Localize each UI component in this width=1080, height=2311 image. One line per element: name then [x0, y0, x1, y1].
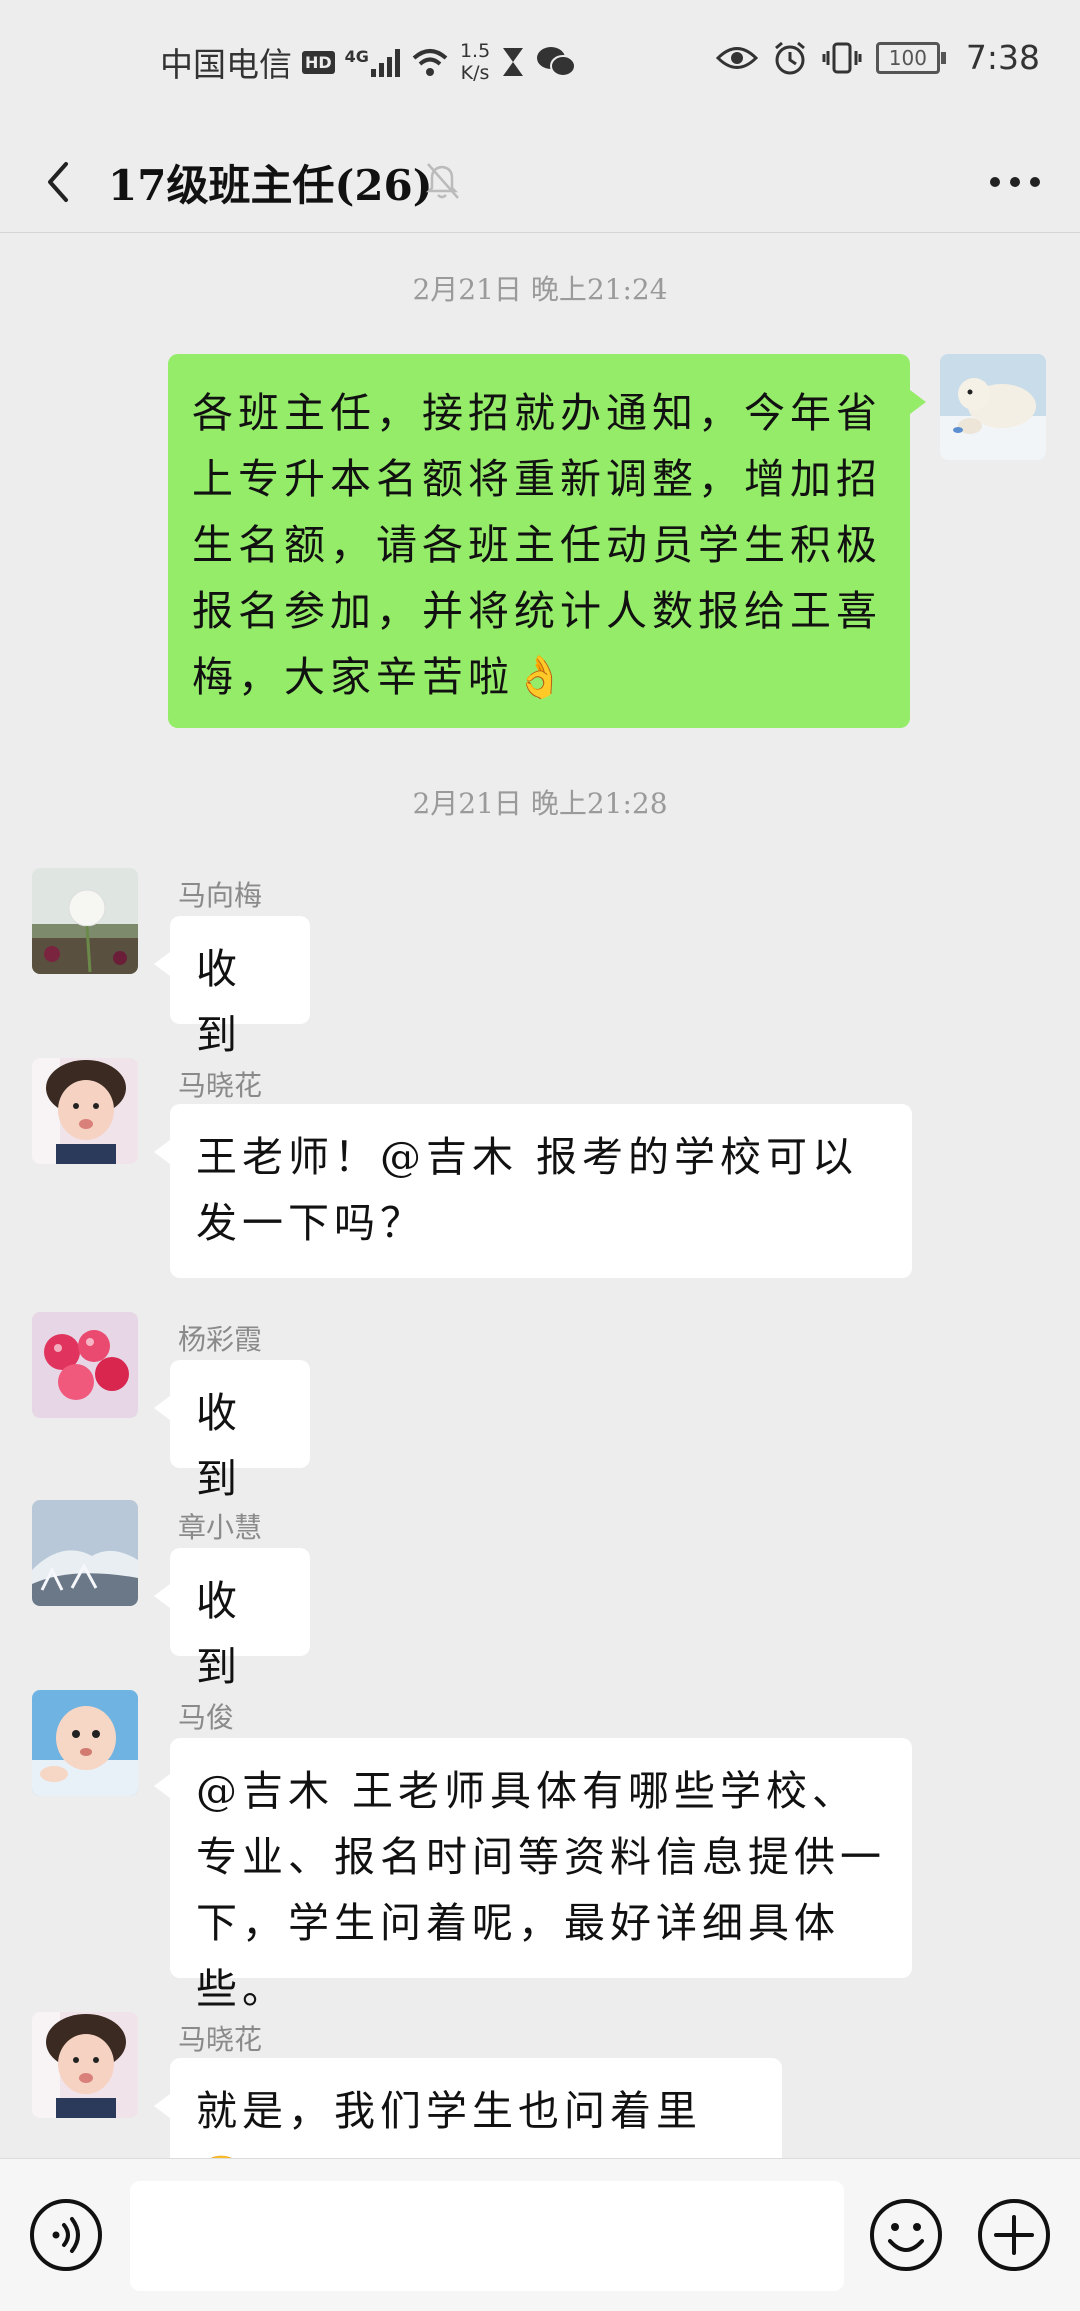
sender-name: 马晓花	[178, 1069, 263, 1102]
avatar-sender[interactable]	[32, 1312, 138, 1418]
message-bubble-self[interactable]: 各班主任，接招就办通知，今年省上专升本名额将重新调整，增加招生名额，请各班主任动…	[168, 354, 926, 728]
message-bubble[interactable]: 收到	[154, 916, 310, 1059]
mute-bell-icon	[425, 163, 459, 199]
more-options-button[interactable]	[980, 152, 1050, 212]
message-bubble[interactable]: @吉木 王老师具体有哪些学校、专业、报名时间等资料信息提供一下，学生问着呢，最好…	[154, 1738, 912, 2013]
avatar-sender[interactable]	[32, 1058, 138, 1164]
cellular-signal-icon: 4G	[345, 47, 400, 77]
dot-icon	[1010, 177, 1020, 187]
message-bubble[interactable]: 收到	[154, 1360, 310, 1503]
avatar-sender[interactable]	[32, 1500, 138, 1606]
status-right: 100 7:38	[715, 38, 1040, 77]
message-bubble[interactable]: 就是，我们学生也问着里😂	[154, 2058, 782, 2201]
timestamp: 2月21日 晚上21:24	[412, 273, 668, 306]
sender-name: 马晓花	[178, 2023, 263, 2056]
message-bubble[interactable]: 王老师！@吉木 报考的学校可以发一下吗？	[154, 1104, 912, 1278]
input-bar	[0, 2158, 1080, 2311]
voice-input-icon[interactable]	[28, 2197, 104, 2273]
dot-icon	[1030, 177, 1040, 187]
network-speed: 1.5 K/s	[460, 40, 490, 84]
dot-icon	[990, 177, 1000, 187]
chat-header: 17级班主任(26)	[0, 130, 1080, 233]
timestamp: 2月21日 晚上21:28	[412, 787, 668, 820]
sender-name: 马向梅	[178, 879, 263, 912]
girl-avatar-icon	[32, 1058, 138, 1164]
clock: 7:38	[965, 38, 1040, 77]
hourglass-icon	[503, 48, 524, 76]
plus-icon[interactable]	[976, 2197, 1052, 2273]
emoji-icon[interactable]	[868, 2197, 944, 2273]
vibrate-icon	[822, 42, 862, 73]
baby-avatar-icon	[32, 1690, 138, 1796]
sender-name: 马俊	[178, 1701, 235, 1734]
status-bar: 中国电信 HD 4G 1.5 K/s 100 7:38	[0, 0, 1080, 130]
network-type: 4G	[344, 47, 369, 66]
back-arrow-icon[interactable]	[30, 152, 90, 212]
snowy-trees-avatar-icon	[32, 1500, 138, 1606]
avatar-sender[interactable]	[32, 868, 138, 974]
chat-title: 17级班主任(26)	[108, 161, 433, 210]
sender-name: 章小慧	[178, 1511, 263, 1544]
dandelion-avatar-icon	[32, 868, 138, 974]
message-bubble[interactable]: 收到	[154, 1548, 310, 1691]
hd-badge: HD	[302, 50, 335, 74]
wechat-icon	[537, 47, 577, 77]
speed-unit: K/s	[460, 62, 490, 84]
alarm-icon	[774, 41, 805, 74]
status-left: 中国电信 HD 4G 1.5 K/s	[160, 38, 577, 86]
message-input[interactable]	[130, 2181, 844, 2291]
sender-name: 杨彩霞	[178, 1323, 263, 1356]
battery-icon: 100	[875, 41, 946, 74]
eye-icon	[715, 46, 758, 69]
berries-avatar-icon	[32, 1312, 138, 1418]
polar-bear-avatar-icon	[940, 354, 1046, 460]
girl-avatar-icon	[32, 2012, 138, 2118]
avatar-sender[interactable]	[32, 1690, 138, 1796]
wifi-icon	[412, 49, 448, 76]
speed-value: 1.5	[459, 40, 491, 62]
carrier-label: 中国电信	[160, 45, 292, 84]
avatar-sender[interactable]	[32, 2012, 138, 2118]
avatar-self[interactable]	[940, 354, 1046, 460]
